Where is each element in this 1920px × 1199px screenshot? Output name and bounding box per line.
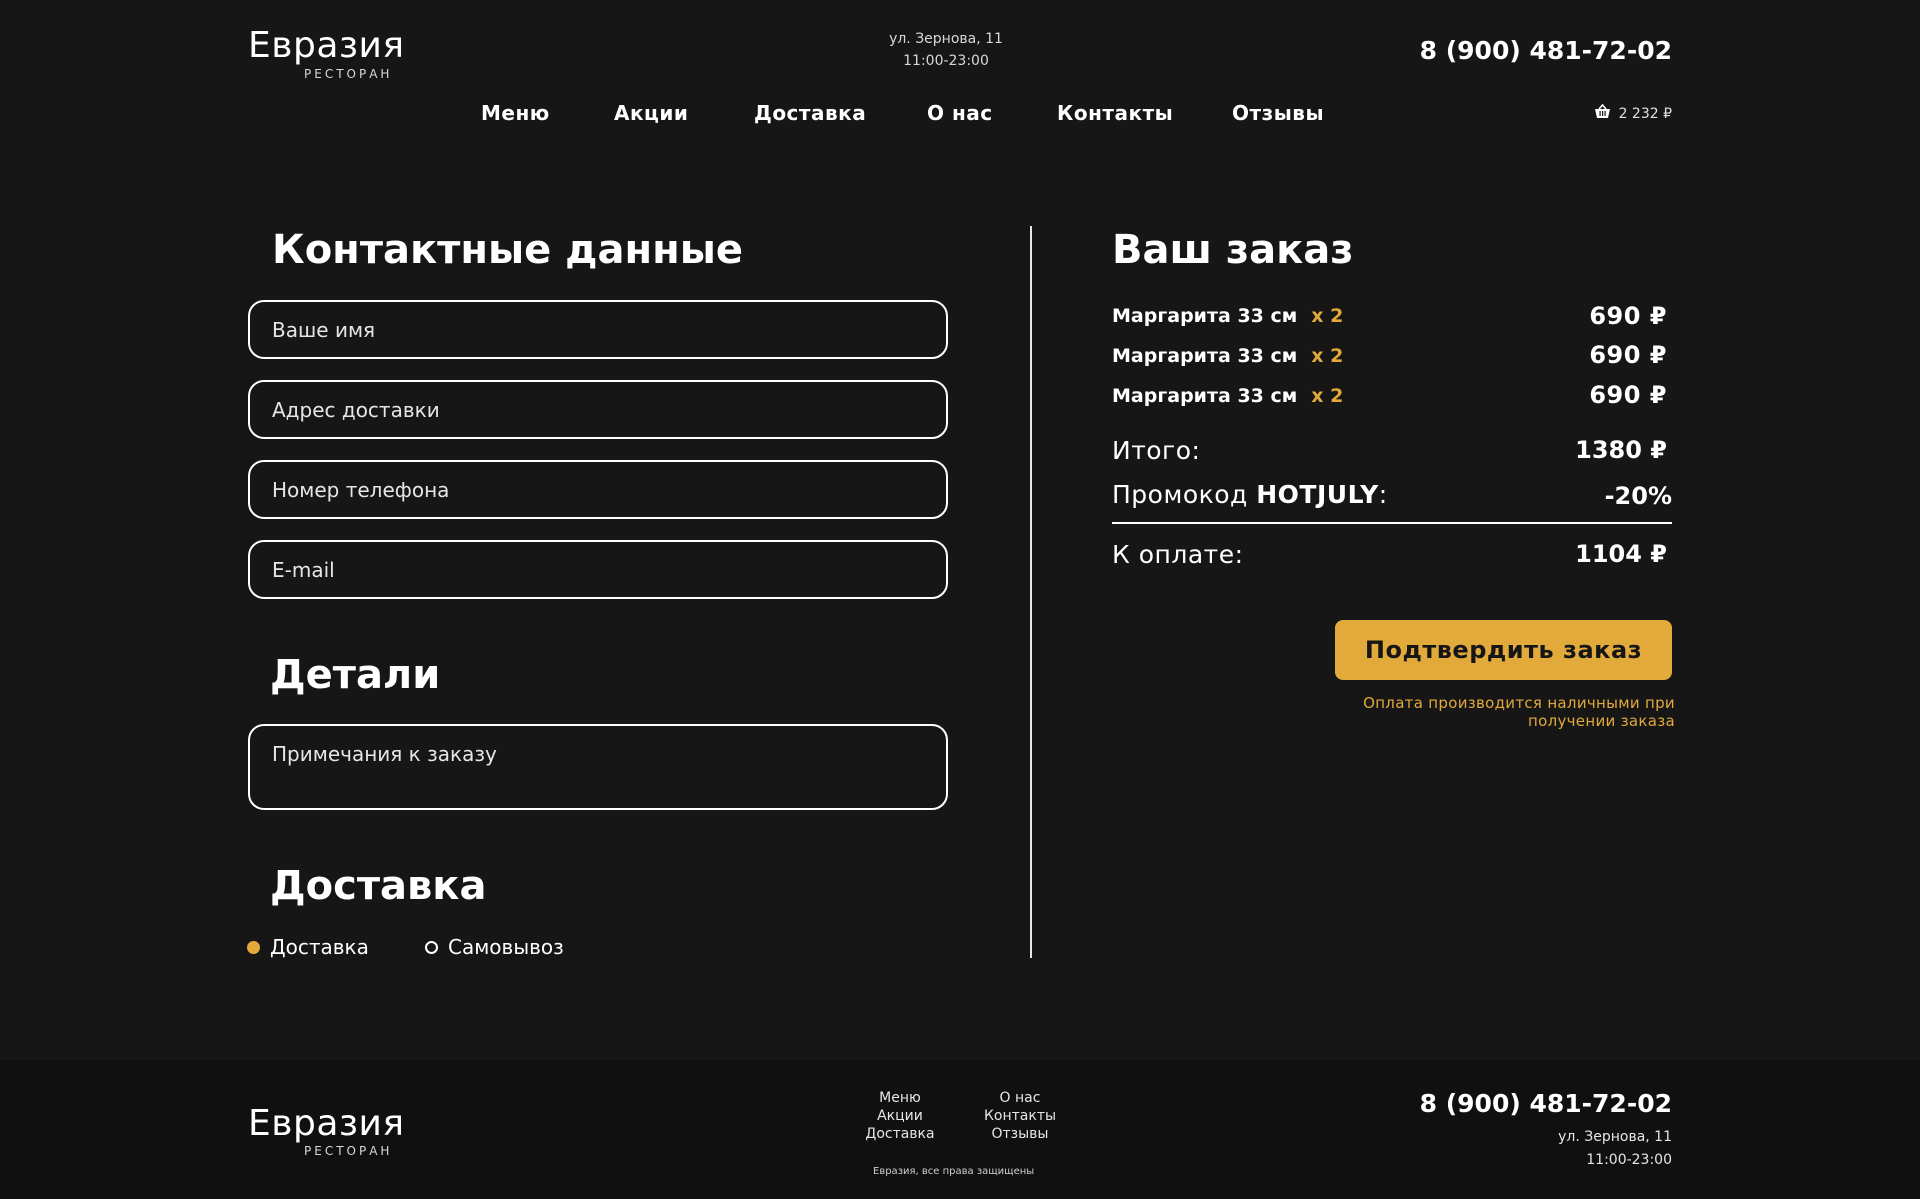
order-item: Маргарита 33 см x 2	[1112, 345, 1343, 367]
order-item-qty: x 2	[1311, 305, 1344, 327]
promo-text: Промокод	[1112, 480, 1257, 509]
footer-logo-name: Евразия	[248, 1103, 405, 1144]
order-item-qty: x 2	[1311, 345, 1344, 367]
summary-divider	[1112, 522, 1672, 524]
promo-code: HOTJULY	[1256, 480, 1379, 509]
order-item-qty: x 2	[1311, 385, 1344, 407]
order-item: Маргарита 33 см x 2	[1112, 305, 1343, 327]
order-item-price: 690 ₽	[1589, 302, 1667, 330]
footer-link-contacts[interactable]: Контакты	[960, 1107, 1080, 1125]
header-address-block: ул. Зернова, 11 11:00-23:00	[856, 28, 1036, 72]
footer-hours: 11:00-23:00	[1586, 1152, 1672, 1168]
promo-label: Промокод HOTJULY:	[1112, 480, 1388, 509]
pay-value: 1104 ₽	[1575, 540, 1667, 568]
footer-address: ул. Зернова, 11	[1558, 1129, 1672, 1145]
order-item-price: 690 ₽	[1589, 341, 1667, 369]
footer-link-promotions[interactable]: Акции	[840, 1107, 960, 1125]
delivery-title: Доставка	[270, 863, 487, 909]
radio-selected-icon	[247, 940, 260, 954]
total-label: Итого:	[1112, 436, 1201, 465]
footer-link-delivery[interactable]: Доставка	[840, 1125, 960, 1143]
logo-name: Евразия	[248, 25, 405, 66]
column-divider	[1030, 226, 1032, 958]
footer-logo[interactable]: Евразия РЕСТОРАН	[248, 1103, 405, 1158]
promo-colon: :	[1378, 480, 1388, 509]
details-title: Детали	[270, 652, 441, 698]
footer-link-menu[interactable]: Меню	[840, 1089, 960, 1107]
footer-links-col2: О нас Контакты Отзывы	[960, 1089, 1080, 1143]
header-address: ул. Зернова, 11	[889, 31, 1003, 47]
radio-unselected-icon	[425, 940, 438, 954]
delivery-option-label: Доставка	[270, 935, 369, 959]
order-notes-input[interactable]	[248, 724, 948, 810]
nav-menu[interactable]: Меню	[481, 101, 550, 125]
footer-links-col1: Меню Акции Доставка	[840, 1089, 960, 1143]
nav-delivery[interactable]: Доставка	[754, 101, 866, 125]
order-item-name: Маргарита 33 см	[1112, 305, 1298, 327]
contact-title: Контактные данные	[272, 227, 744, 273]
delivery-option-pickup[interactable]: Самовывоз	[425, 935, 564, 959]
footer-link-reviews[interactable]: Отзывы	[960, 1125, 1080, 1143]
nav-reviews[interactable]: Отзывы	[1232, 101, 1324, 125]
payment-note-line2: получении заказа	[1528, 712, 1675, 730]
footer-copyright: Евразия, все права защищены	[873, 1166, 1035, 1177]
phone-input[interactable]	[248, 460, 948, 519]
name-input[interactable]	[248, 300, 948, 359]
nav-promotions[interactable]: Акции	[614, 101, 688, 125]
order-title: Ваш заказ	[1112, 227, 1354, 273]
nav-about[interactable]: О нас	[927, 101, 993, 125]
pay-label: К оплате:	[1112, 540, 1244, 569]
footer-link-about[interactable]: О нас	[960, 1089, 1080, 1107]
cart-total: 2 232 ₽	[1618, 105, 1672, 122]
header-phone[interactable]: 8 (900) 481-72-02	[1420, 36, 1672, 65]
email-input[interactable]	[248, 540, 948, 599]
payment-note: Оплата производится наличными при получе…	[1295, 694, 1675, 730]
promo-value: -20%	[1604, 482, 1672, 510]
order-item-name: Маргарита 33 см	[1112, 345, 1298, 367]
footer-phone[interactable]: 8 (900) 481-72-02	[1420, 1089, 1672, 1118]
header-hours: 11:00-23:00	[903, 53, 989, 69]
order-item-price: 690 ₽	[1589, 381, 1667, 409]
header-logo[interactable]: Евразия РЕСТОРАН	[248, 25, 405, 81]
order-item: Маргарита 33 см x 2	[1112, 385, 1343, 407]
nav-contacts[interactable]: Контакты	[1057, 101, 1173, 125]
order-item-name: Маргарита 33 см	[1112, 385, 1298, 407]
confirm-order-button[interactable]: Подтвердить заказ	[1335, 620, 1672, 680]
delivery-option-delivery[interactable]: Доставка	[247, 935, 369, 959]
payment-note-line1: Оплата производится наличными при	[1363, 694, 1675, 712]
logo-tagline: РЕСТОРАН	[304, 67, 393, 81]
total-value: 1380 ₽	[1575, 436, 1667, 464]
basket-icon	[1594, 103, 1611, 123]
footer-address-block: ул. Зернова, 11 11:00-23:00	[1558, 1126, 1672, 1172]
pickup-option-label: Самовывоз	[448, 935, 564, 959]
footer-logo-tagline: РЕСТОРАН	[304, 1144, 393, 1158]
cart-button[interactable]: 2 232 ₽	[1594, 103, 1672, 123]
address-input[interactable]	[248, 380, 948, 439]
